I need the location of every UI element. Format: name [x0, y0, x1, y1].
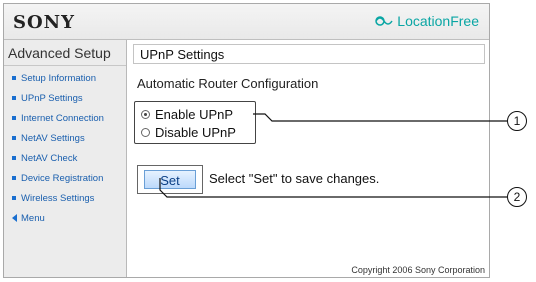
- brand-logo: SONY: [13, 12, 75, 33]
- callout-1: 1: [507, 111, 527, 131]
- sidebar-divider: [4, 65, 126, 66]
- sidebar-item-netav-check[interactable]: NetAV Check: [12, 153, 77, 164]
- set-button-frame: Set: [137, 165, 203, 194]
- header-bar: SONY LocationFree: [4, 4, 489, 40]
- sidebar-item-label: Device Registration: [21, 173, 104, 184]
- radio-label: Enable UPnP: [155, 107, 234, 122]
- bullet-icon: [12, 196, 16, 201]
- callout-2: 2: [507, 187, 527, 207]
- sidebar-item-label: Wireless Settings: [21, 193, 95, 204]
- bullet-icon: [12, 136, 16, 141]
- locationfree-logo: LocationFree: [374, 13, 479, 29]
- sidebar-item-internet-connection[interactable]: Internet Connection: [12, 113, 104, 124]
- radio-button-unchecked[interactable]: [141, 128, 150, 137]
- bullet-icon: [12, 116, 16, 121]
- section-label: Automatic Router Configuration: [137, 76, 319, 91]
- sidebar-item-label: UPnP Settings: [21, 93, 83, 104]
- bullet-icon: [12, 96, 16, 101]
- upnp-radio-group: Enable UPnP Disable UPnP: [134, 101, 256, 144]
- disable-upnp-option[interactable]: Disable UPnP: [141, 125, 236, 140]
- sidebar-item-wireless-settings[interactable]: Wireless Settings: [12, 193, 94, 204]
- set-hint-text: Select "Set" to save changes.: [209, 171, 380, 186]
- sidebar: Advanced Setup Setup Information UPnP Se…: [4, 40, 127, 277]
- copyright-text: Copyright 2006 Sony Corporation: [351, 265, 485, 275]
- bullet-icon: [12, 76, 16, 81]
- sidebar-item-upnp-settings[interactable]: UPnP Settings: [12, 93, 83, 104]
- page-title: UPnP Settings: [133, 44, 485, 64]
- bullet-icon: [12, 176, 16, 181]
- sidebar-item-netav-settings[interactable]: NetAV Settings: [12, 133, 85, 144]
- logo-text: LocationFree: [397, 13, 479, 29]
- sidebar-item-label: Setup Information: [21, 73, 96, 84]
- sidebar-item-label: NetAV Check: [21, 153, 78, 164]
- sidebar-item-label: Menu: [21, 213, 45, 224]
- radio-label: Disable UPnP: [155, 125, 236, 140]
- sidebar-item-setup-information[interactable]: Setup Information: [12, 73, 96, 84]
- main-content: UPnP Settings Automatic Router Configura…: [127, 40, 489, 277]
- locationfree-icon: [375, 16, 393, 26]
- app-window: SONY LocationFree Advanced Setup Setup I…: [3, 3, 490, 278]
- enable-upnp-option[interactable]: Enable UPnP: [141, 107, 233, 122]
- set-button[interactable]: Set: [144, 170, 196, 189]
- radio-button-checked[interactable]: [141, 110, 150, 119]
- bullet-icon: [12, 156, 16, 161]
- sidebar-item-label: NetAV Settings: [21, 133, 85, 144]
- back-arrow-icon: [12, 214, 17, 223]
- sidebar-item-label: Internet Connection: [21, 113, 104, 124]
- sidebar-title: Advanced Setup: [8, 45, 111, 61]
- sidebar-item-menu[interactable]: Menu: [12, 213, 45, 224]
- sidebar-item-device-registration[interactable]: Device Registration: [12, 173, 103, 184]
